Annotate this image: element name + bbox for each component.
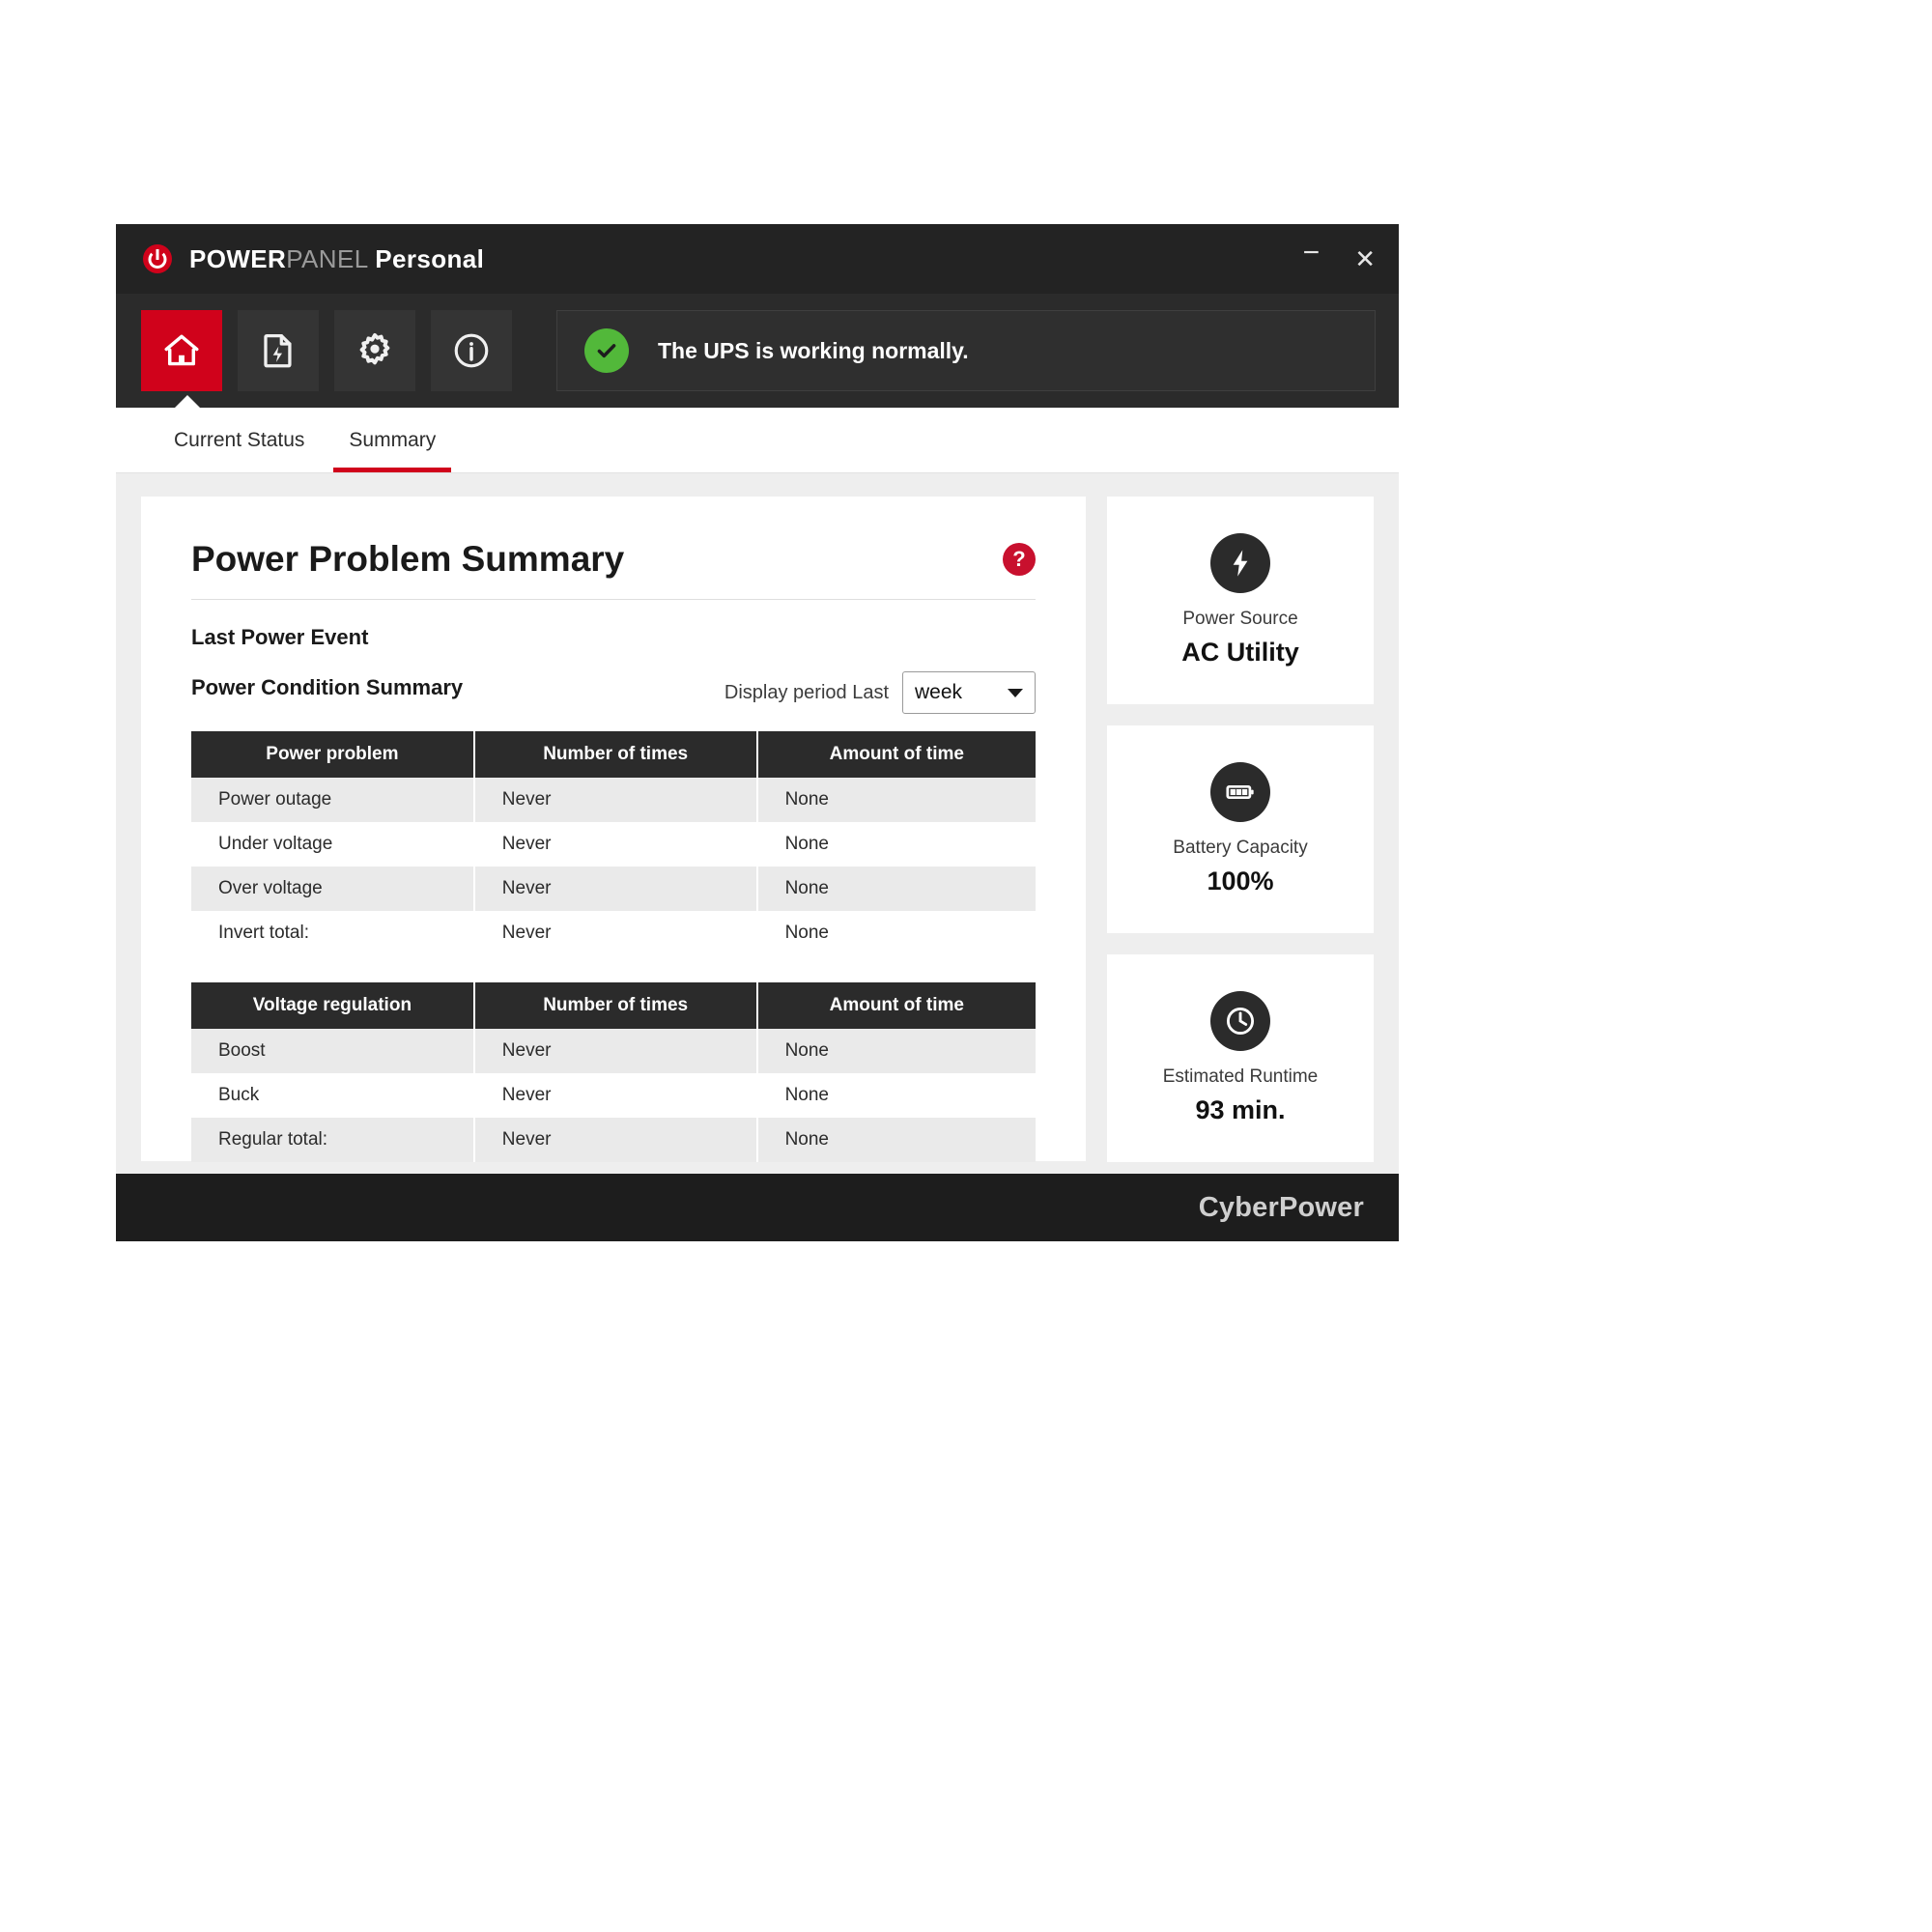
title-panel: PANEL — [286, 244, 367, 273]
cell-regulation: Boost — [191, 1029, 474, 1073]
table-row: Boost Never None — [191, 1029, 1036, 1073]
document-bolt-icon — [257, 329, 299, 372]
nav-button-event-log[interactable] — [238, 310, 319, 391]
card-estimated-runtime: Estimated Runtime 93 min. — [1107, 954, 1374, 1162]
title-personal: Personal — [375, 244, 484, 273]
table-row: Under voltage Never None — [191, 822, 1036, 867]
window-title: POWERPANEL Personal — [189, 244, 484, 274]
chevron-down-icon — [1008, 689, 1023, 697]
window-controls: − ✕ — [1303, 244, 1376, 273]
cell-times: Never — [474, 867, 757, 911]
column-header-number-of-times: Number of times — [474, 731, 757, 778]
nav-button-settings[interactable] — [334, 310, 415, 391]
cell-duration: None — [757, 1118, 1036, 1162]
cell-problem: Under voltage — [191, 822, 474, 867]
cell-times: Never — [474, 822, 757, 867]
cell-regulation: Regular total: — [191, 1118, 474, 1162]
table-header-row: Power problem Number of times Amount of … — [191, 731, 1036, 778]
cell-times: Never — [474, 1073, 757, 1118]
cell-times: Never — [474, 778, 757, 822]
cell-problem: Invert total: — [191, 911, 474, 955]
display-period-label: Display period Last — [724, 682, 889, 704]
status-banner: The UPS is working normally. — [556, 310, 1376, 391]
card-power-source: Power Source AC Utility — [1107, 497, 1374, 704]
powerpanel-logo-icon — [143, 244, 172, 273]
cell-duration: None — [757, 1029, 1036, 1073]
cell-times: Never — [474, 1029, 757, 1073]
title-bar: POWERPANEL Personal − ✕ — [116, 224, 1399, 294]
gear-icon — [354, 329, 396, 372]
home-icon — [160, 329, 203, 372]
check-circle-icon — [584, 328, 629, 373]
card-value: AC Utility — [1181, 638, 1299, 668]
power-problem-table: Power problem Number of times Amount of … — [191, 731, 1036, 955]
voltage-regulation-table: Voltage regulation Number of times Amoun… — [191, 982, 1036, 1162]
active-tab-pointer — [174, 395, 201, 409]
title-power: POWER — [189, 244, 286, 273]
footer-bar: CyberPower — [116, 1174, 1399, 1241]
card-value: 93 min. — [1195, 1095, 1285, 1125]
column-header-amount-of-time: Amount of time — [757, 731, 1036, 778]
help-icon[interactable]: ? — [1003, 543, 1036, 576]
nav-button-home[interactable] — [141, 310, 222, 391]
card-label: Battery Capacity — [1173, 838, 1307, 859]
close-button[interactable]: ✕ — [1354, 246, 1376, 271]
status-cards: Power Source AC Utility Battery Capacity… — [1107, 497, 1374, 1174]
cyberpower-logo: CyberPower — [1199, 1192, 1364, 1224]
column-header-number-of-times: Number of times — [474, 982, 757, 1029]
application-window: POWERPANEL Personal − ✕ — [116, 224, 1399, 1285]
main-toolbar: The UPS is working normally. — [116, 294, 1399, 408]
tab-summary[interactable]: Summary — [333, 429, 451, 472]
cell-problem: Power outage — [191, 778, 474, 822]
minimize-button[interactable]: − — [1303, 239, 1321, 268]
nav-button-about[interactable] — [431, 310, 512, 391]
battery-icon — [1210, 762, 1270, 822]
cell-duration: None — [757, 822, 1036, 867]
card-label: Power Source — [1182, 609, 1297, 630]
display-period-select[interactable]: week — [902, 671, 1036, 714]
content-area: Power Problem Summary ? Last Power Event… — [116, 473, 1399, 1174]
table-header-row: Voltage regulation Number of times Amoun… — [191, 982, 1036, 1029]
table-row: Power outage Never None — [191, 778, 1036, 822]
clock-icon — [1210, 991, 1270, 1051]
column-header-amount-of-time: Amount of time — [757, 982, 1036, 1029]
card-battery-capacity: Battery Capacity 100% — [1107, 725, 1374, 933]
cell-duration: None — [757, 911, 1036, 955]
tab-current-status[interactable]: Current Status — [158, 429, 320, 472]
bolt-icon — [1210, 533, 1270, 593]
page-title: Power Problem Summary — [191, 539, 624, 580]
panel-header: Power Problem Summary ? — [191, 539, 1036, 600]
table-row: Buck Never None — [191, 1073, 1036, 1118]
column-header-power-problem: Power problem — [191, 731, 474, 778]
status-message: The UPS is working normally. — [658, 338, 969, 364]
card-label: Estimated Runtime — [1163, 1066, 1319, 1088]
cell-duration: None — [757, 778, 1036, 822]
tab-strip: Current Status Summary — [116, 408, 1399, 473]
power-problem-summary-panel: Power Problem Summary ? Last Power Event… — [141, 497, 1086, 1161]
cell-times: Never — [474, 1118, 757, 1162]
last-power-event-label: Last Power Event — [191, 625, 1036, 650]
cell-regulation: Buck — [191, 1073, 474, 1118]
info-circle-icon — [450, 329, 493, 372]
table-row: Regular total: Never None — [191, 1118, 1036, 1162]
cell-duration: None — [757, 867, 1036, 911]
table-row: Invert total: Never None — [191, 911, 1036, 955]
cell-duration: None — [757, 1073, 1036, 1118]
display-period-value: week — [915, 681, 962, 704]
table-row: Over voltage Never None — [191, 867, 1036, 911]
card-value: 100% — [1207, 867, 1273, 896]
cell-times: Never — [474, 911, 757, 955]
column-header-voltage-regulation: Voltage regulation — [191, 982, 474, 1029]
cell-problem: Over voltage — [191, 867, 474, 911]
